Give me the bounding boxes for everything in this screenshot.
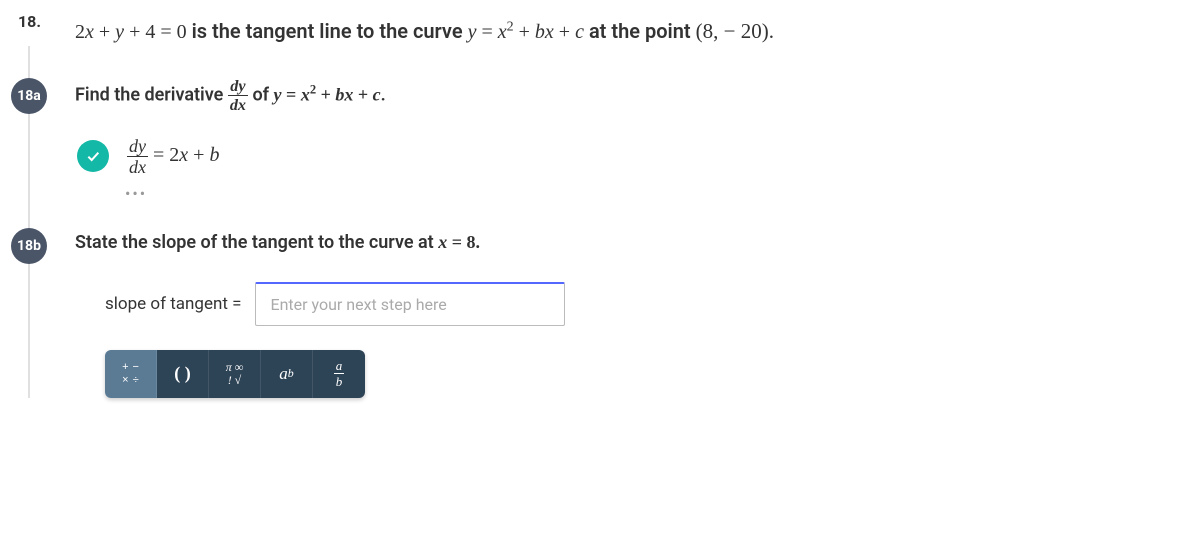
answer-row-18a: dydx = 2x + b [75,137,1180,176]
step-input[interactable] [255,282,565,326]
toolbar-symbols-button[interactable]: π ∞ ! √ [209,350,261,398]
math-toolbar: +− ×÷ ( ) π ∞ ! √ ab a b [105,350,365,398]
more-dots-icon[interactable]: ••• [125,184,1180,203]
question-18b: State the slope of the tangent to the cu… [75,228,1180,258]
toolbar-fraction-button[interactable]: a b [313,350,365,398]
problem-intro: 2x + y + 4 = 0 is the tangent line to th… [55,6,1180,78]
answer-math-18a: dydx = 2x + b [127,137,219,176]
input-label-slope: slope of tangent = [105,294,241,314]
problem-number: 18. [18,12,41,31]
check-icon [77,140,109,172]
subpart-badge-18b: 18b [11,228,47,264]
question-18a: Find the derivative dydx of y = x2 + bx … [75,78,1180,113]
subpart-badge-18a: 18a [11,78,47,114]
toolbar-exponent-button[interactable]: ab [261,350,313,398]
toolbar-parens-button[interactable]: ( ) [157,350,209,398]
toolbar-operators-button[interactable]: +− ×÷ [105,350,157,398]
